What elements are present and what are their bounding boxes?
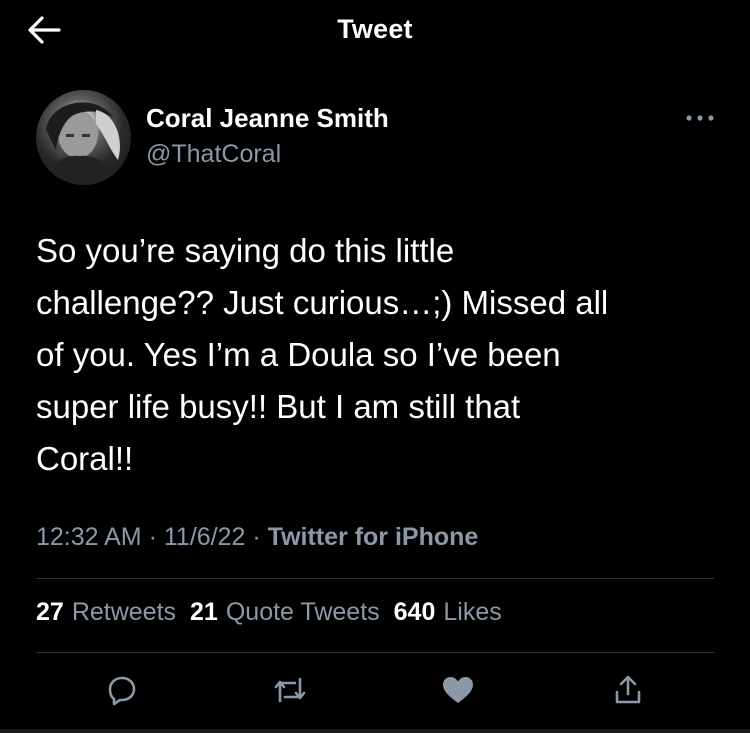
likes-stat[interactable]: 640 Likes [394,598,502,627]
more-horizontal-icon [686,115,714,121]
retweet-button[interactable] [272,672,308,708]
avatar[interactable] [36,90,131,185]
like-button[interactable] [440,672,476,708]
reply-icon [108,676,136,706]
tweet-date[interactable]: 11/6/22 [164,523,246,551]
tweet-source[interactable]: Twitter for iPhone [268,523,479,551]
retweets-count: 27 [36,598,64,626]
quotes-label: Quote Tweets [225,598,380,626]
divider [36,578,714,579]
engagement-stats: 27 Retweets 21 Quote Tweets 640 Likes [36,598,502,627]
author-name[interactable]: Coral Jeanne Smith [146,103,389,134]
share-icon [615,675,641,704]
meta-separator: · [252,523,261,551]
avatar-photo [46,102,120,185]
tweet-meta: 12:32 AM · 11/6/22 · Twitter for iPhone [36,523,478,552]
retweets-stat[interactable]: 27 Retweets [36,598,176,627]
retweet-icon [274,677,306,703]
tweet-text: So you’re saying do this little challeng… [36,232,609,477]
retweets-label: Retweets [71,598,177,626]
heart-icon [443,677,473,703]
meta-separator: · [148,523,157,551]
share-button[interactable] [610,672,646,708]
reply-button[interactable] [104,672,140,708]
page-title: Tweet [337,14,413,44]
tweet-time[interactable]: 12:32 AM [36,523,142,551]
action-bar [0,668,750,712]
quotes-stat[interactable]: 21 Quote Tweets [190,598,380,627]
author-handle[interactable]: @ThatCoral [146,140,281,169]
likes-count: 640 [393,598,436,626]
bottom-edge [0,729,750,733]
divider [36,652,714,653]
more-options-button[interactable] [682,106,718,130]
likes-label: Likes [443,598,502,626]
quotes-count: 21 [190,598,218,626]
top-bar: Tweet [0,0,750,60]
